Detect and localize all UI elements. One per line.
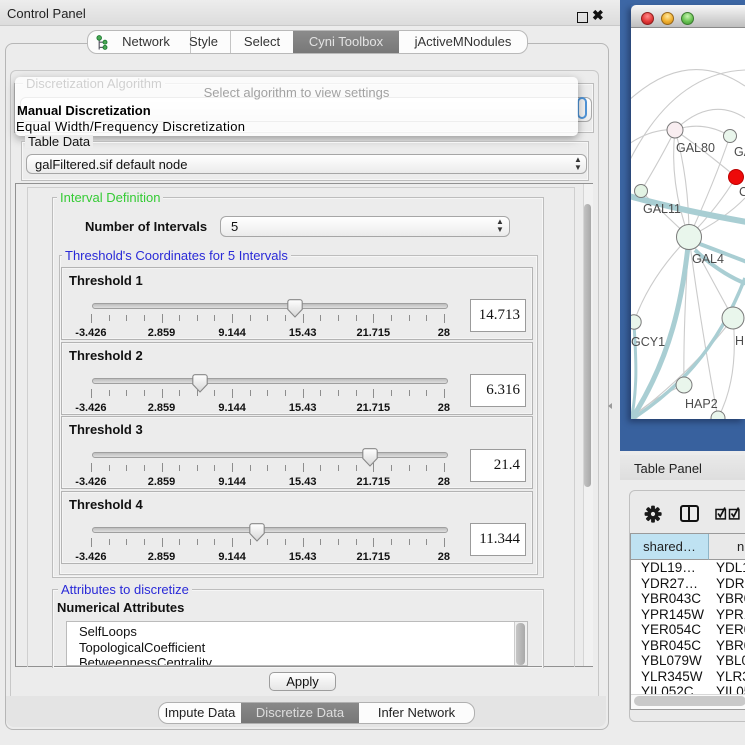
svg-text:GAL11: GAL11 bbox=[643, 202, 681, 216]
svg-text:C: C bbox=[739, 185, 745, 199]
svg-text:H: H bbox=[735, 334, 744, 348]
svg-text:GCY1: GCY1 bbox=[631, 335, 665, 349]
svg-text:GAL4: GAL4 bbox=[692, 252, 724, 266]
svg-text:HAP2: HAP2 bbox=[685, 397, 718, 411]
svg-text:GA: GA bbox=[734, 145, 745, 159]
svg-text:GAL80: GAL80 bbox=[676, 141, 715, 155]
